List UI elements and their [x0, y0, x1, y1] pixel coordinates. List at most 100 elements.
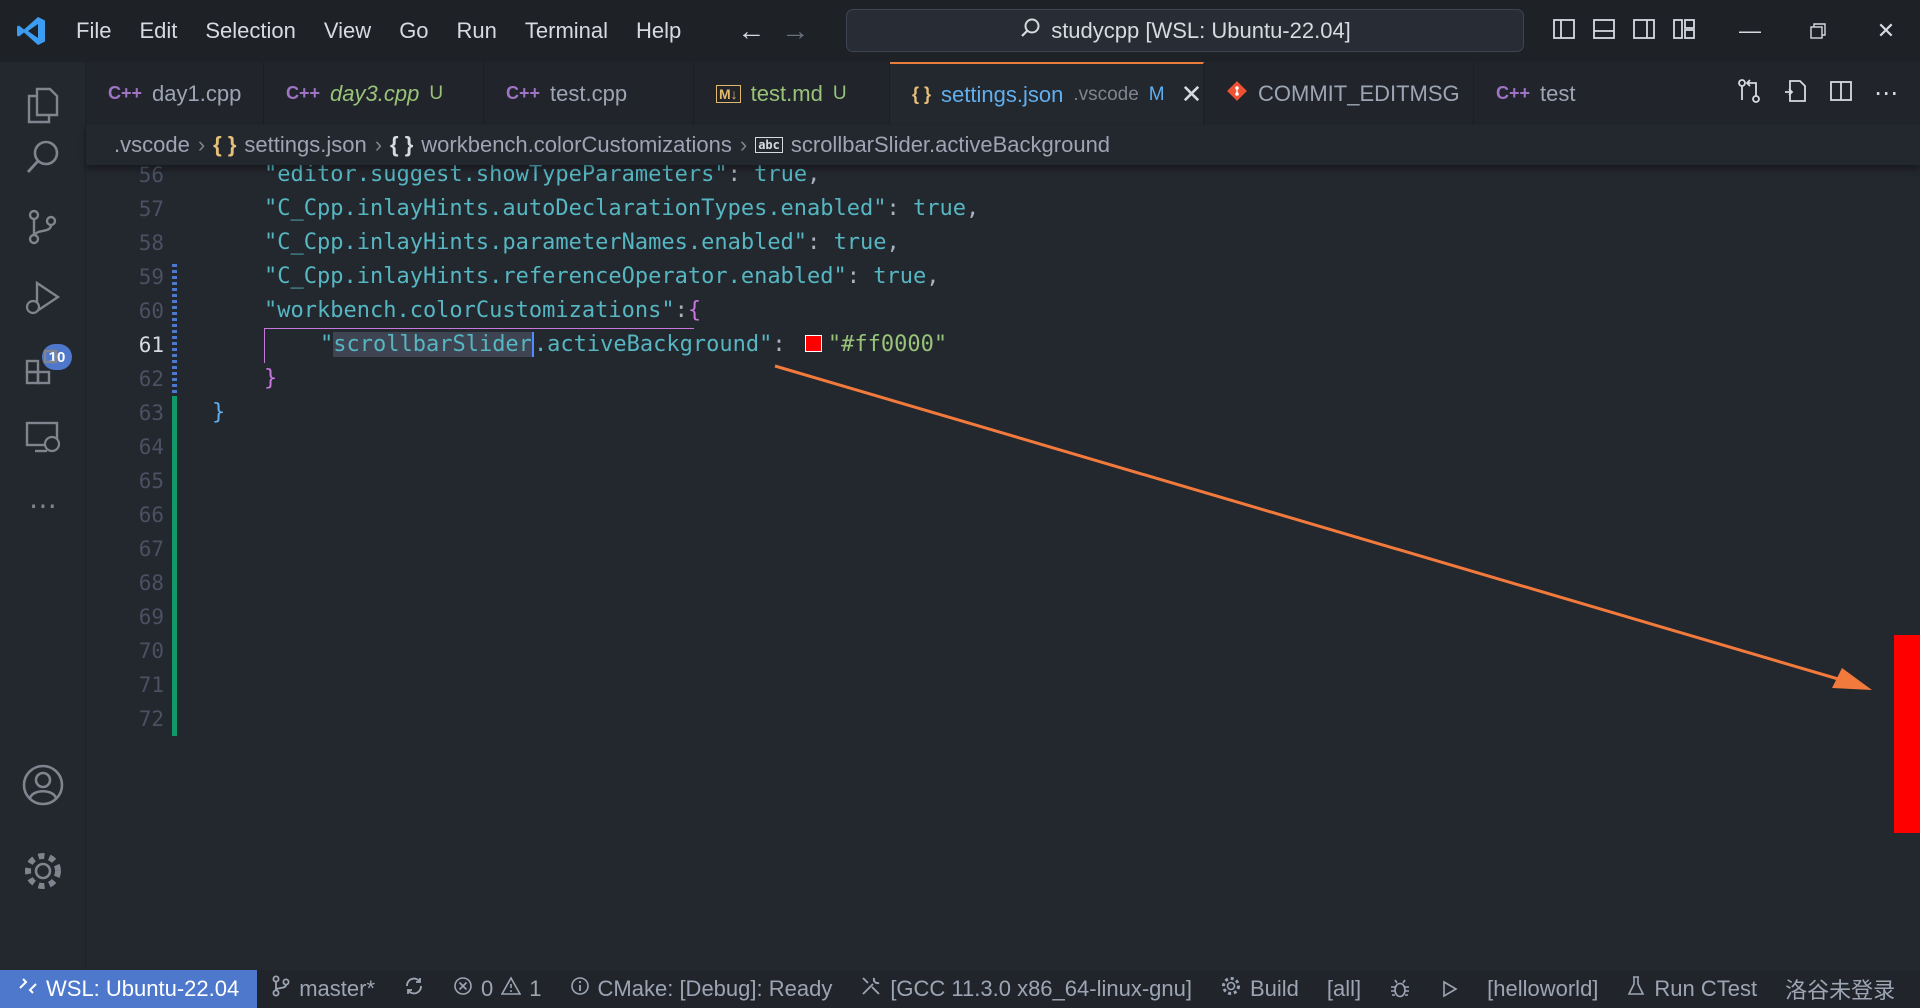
- line-number: 64: [138, 435, 164, 459]
- color-picker-swatch[interactable]: [804, 334, 822, 352]
- manage-gear-icon[interactable]: [20, 848, 66, 894]
- run-and-debug-icon[interactable]: [20, 274, 66, 320]
- close-icon[interactable]: ✕: [1181, 79, 1203, 110]
- line-number: 62: [138, 367, 164, 391]
- menu-selection[interactable]: Selection: [191, 0, 310, 62]
- breadcrumb-object[interactable]: workbench.colorCustomizations: [421, 132, 732, 158]
- error-icon: [453, 976, 473, 1002]
- beaker-icon: [1626, 975, 1646, 1003]
- go-forward-icon[interactable]: →: [781, 17, 809, 45]
- git-added-indicator[interactable]: [172, 396, 177, 736]
- breadcrumb-file[interactable]: settings.json: [244, 132, 366, 158]
- cpp-file-icon: C++: [506, 83, 541, 103]
- open-file-icon[interactable]: [1782, 78, 1808, 109]
- more-views-icon[interactable]: ⋯: [20, 482, 66, 528]
- menu-edit[interactable]: Edit: [125, 0, 191, 62]
- tab-directory: .vscode: [1073, 83, 1139, 105]
- cmake-status[interactable]: CMake: [Debug]: Ready: [556, 970, 847, 1008]
- code-line-58: "C_Cpp.inlayHints.parameterNames.enabled…: [264, 230, 900, 255]
- tab-label: day3.cpp: [330, 80, 420, 106]
- close-window-icon[interactable]: ✕: [1852, 0, 1920, 62]
- git-modified-indicator[interactable]: [172, 264, 177, 396]
- search-view-icon[interactable]: [20, 134, 66, 180]
- cpp-file-icon: C++: [1496, 83, 1531, 103]
- line-number-current: 61: [138, 333, 164, 357]
- tab-day3-cpp[interactable]: C++ day3.cpp U: [264, 62, 484, 125]
- markdown-file-icon: M↓: [716, 84, 741, 103]
- scrollbar-slider[interactable]: [1894, 635, 1920, 833]
- activity-bar: 10 ⋯: [0, 62, 86, 970]
- warning-count: 1: [529, 976, 542, 1001]
- sync-button[interactable]: [389, 970, 439, 1008]
- breadcrumb-folder[interactable]: .vscode: [114, 132, 190, 158]
- tab-commit-editmsg[interactable]: COMMIT_EDITMSG: [1204, 62, 1474, 125]
- explorer-icon[interactable]: [20, 82, 66, 128]
- breadcrumb: .vscode › { } settings.json › { } workbe…: [86, 125, 1920, 165]
- menu-help[interactable]: Help: [622, 0, 695, 62]
- command-center[interactable]: studycpp [WSL: Ubuntu-22.04]: [846, 9, 1524, 52]
- warning-icon: [500, 976, 522, 1002]
- build-target[interactable]: [all]: [1313, 970, 1375, 1008]
- split-editor-icon[interactable]: [1828, 78, 1854, 109]
- run-ctest-button[interactable]: Run CTest: [1612, 970, 1771, 1008]
- more-actions-icon[interactable]: ⋯: [1874, 79, 1898, 108]
- line-number: 65: [138, 469, 164, 493]
- open-changes-icon[interactable]: [1736, 78, 1762, 109]
- problems-indicator[interactable]: 0 1: [439, 970, 556, 1008]
- remote-explorer-icon[interactable]: [20, 414, 66, 460]
- cmake-build-button[interactable]: Build: [1206, 970, 1313, 1008]
- menu-view[interactable]: View: [310, 0, 385, 62]
- status-bar: WSL: Ubuntu-22.04 master* 0 1 CMake: [De…: [0, 970, 1920, 1008]
- code-editor[interactable]: 56 57 58 59 60 61 62 63 64 65 66 67 68 6…: [86, 165, 1920, 970]
- editor-tabs: C++ day1.cpp C++ day3.cpp U C++ test.cpp…: [86, 62, 1920, 125]
- selected-text: scrollbarSlider: [333, 332, 532, 357]
- menu-terminal[interactable]: Terminal: [511, 0, 622, 62]
- debug-bug-icon[interactable]: [1375, 970, 1425, 1008]
- tab-test[interactable]: C++ test: [1474, 62, 1584, 125]
- layout-controls: [1552, 0, 1696, 62]
- restore-icon[interactable]: [1784, 0, 1852, 62]
- code-line-62: }: [264, 366, 278, 391]
- title-bar: File Edit Selection View Go Run Terminal…: [0, 0, 1920, 62]
- accounts-icon[interactable]: [20, 762, 66, 808]
- history-navigation: ← →: [737, 17, 809, 45]
- source-control-icon[interactable]: [20, 204, 66, 250]
- menu-run[interactable]: Run: [443, 0, 511, 62]
- tab-day1-cpp[interactable]: C++ day1.cpp: [86, 62, 264, 125]
- git-file-icon: [1226, 80, 1248, 107]
- breadcrumb-property[interactable]: scrollbarSlider.activeBackground: [791, 132, 1110, 158]
- sync-icon: [403, 975, 425, 1003]
- tab-label: day1.cpp: [152, 80, 242, 106]
- menu-go[interactable]: Go: [385, 0, 442, 62]
- go-back-icon[interactable]: ←: [737, 17, 765, 45]
- launch-play-icon[interactable]: [1425, 970, 1473, 1008]
- tab-test-cpp[interactable]: C++ test.cpp: [484, 62, 694, 125]
- toggle-secondary-sidebar-icon[interactable]: [1632, 17, 1656, 46]
- customize-layout-icon[interactable]: [1672, 17, 1696, 46]
- cmake-kit[interactable]: [GCC 11.3.0 x86_64-linux-gnu]: [846, 970, 1206, 1008]
- toggle-primary-sidebar-icon[interactable]: [1552, 17, 1576, 46]
- ctest-label: Run CTest: [1654, 976, 1758, 1001]
- line-number: 58: [138, 231, 164, 255]
- launch-target[interactable]: [helloworld]: [1473, 970, 1612, 1008]
- info-icon: [570, 976, 590, 1002]
- cmake-status-label: CMake: [Debug]: Ready: [597, 976, 833, 1001]
- code-line-59: "C_Cpp.inlayHints.referenceOperator.enab…: [264, 264, 940, 289]
- toggle-panel-icon[interactable]: [1592, 17, 1616, 46]
- menu-file[interactable]: File: [62, 0, 125, 62]
- line-number: 66: [138, 503, 164, 527]
- remote-indicator[interactable]: WSL: Ubuntu-22.04: [0, 970, 258, 1008]
- git-branch[interactable]: master*: [257, 970, 389, 1008]
- luogu-account[interactable]: 洛谷未登录: [1771, 970, 1909, 1008]
- line-number: 56: [138, 165, 164, 187]
- tab-settings-json[interactable]: { } settings.json .vscode M ✕: [890, 62, 1204, 125]
- remote-label: WSL: Ubuntu-22.04: [46, 976, 240, 1001]
- code-line-57: "C_Cpp.inlayHints.autoDeclarationTypes.e…: [264, 196, 980, 221]
- line-number: 67: [138, 537, 164, 561]
- extensions-icon[interactable]: [20, 344, 66, 390]
- minimize-icon[interactable]: —: [1716, 0, 1784, 62]
- object-symbol-icon: { }: [390, 132, 414, 157]
- tab-test-md[interactable]: M↓ test.md U: [694, 62, 890, 125]
- gear-icon: [1220, 975, 1242, 1003]
- chevron-right-icon: ›: [739, 132, 748, 157]
